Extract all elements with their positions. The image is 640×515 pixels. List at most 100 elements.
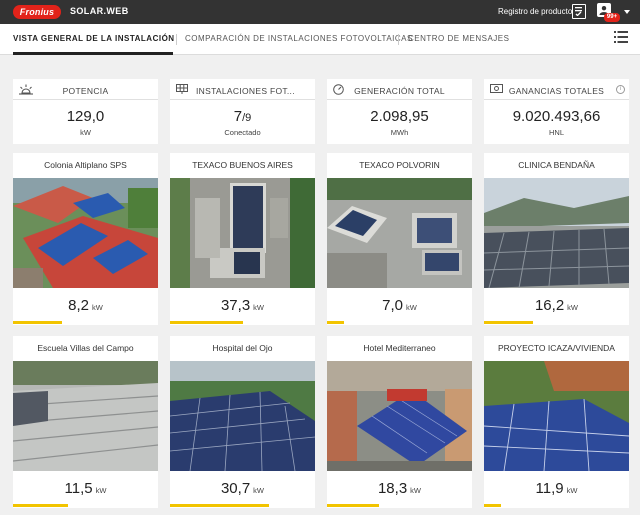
plant-power: 8,2 kW [13, 297, 158, 315]
power-value: 37,3 [220, 297, 251, 314]
tab-bar: VISTA GENERAL DE LA INSTALACIÓN COMPARAC… [0, 24, 640, 55]
plant-photo [13, 361, 158, 471]
power-value: 30,7 [220, 480, 251, 497]
plant-photo [484, 361, 629, 471]
app-name: SOLAR.WEB [70, 6, 129, 16]
plant-photo [170, 178, 315, 288]
power-unit: kW [95, 486, 107, 495]
power-value: 8,2 [68, 297, 89, 314]
kpi-unit: Conectado [224, 128, 261, 137]
register-product-icon[interactable] [572, 4, 586, 19]
plant-name: TEXACO BUENOS AIRES [192, 160, 293, 170]
power-level-fill [170, 504, 269, 507]
kpi-title: POTENCIA [62, 86, 109, 96]
plant-power: 7,0 kW [327, 297, 472, 315]
power-level-bar [13, 504, 158, 508]
power-unit: kW [253, 486, 265, 495]
solar-panel-icon [176, 84, 188, 94]
plant-card[interactable]: Hospital del Ojo 30,7 kW [170, 336, 315, 508]
plant-name: Escuela Villas del Campo [37, 343, 134, 353]
register-product-label[interactable]: Registro de producto [498, 7, 572, 16]
kpi-power: POTENCIA 129,0 kW [13, 79, 158, 144]
plant-photo [327, 178, 472, 288]
plant-name: Colonia Altiplano SPS [44, 160, 127, 170]
power-level-bar [484, 504, 629, 508]
power-value: 11,9 [535, 480, 564, 497]
tab-divider [176, 34, 177, 45]
tab-comparison[interactable]: COMPARACIÓN DE INSTALACIONES FOTOVOLTAIC… [185, 34, 413, 43]
notification-badge: 99+ [604, 13, 620, 22]
list-menu-icon[interactable] [614, 31, 628, 43]
plant-card[interactable]: TEXACO POLVORIN 7,0 kW [327, 153, 472, 325]
power-unit: kW [92, 303, 103, 312]
power-level-fill [484, 321, 534, 324]
power-level-fill [13, 321, 63, 324]
active-tab-indicator [13, 52, 173, 55]
plant-photo [484, 178, 629, 288]
power-unit: kW [410, 486, 422, 495]
plant-card[interactable]: Colonia Altiplano SPS 8,2 kW [13, 153, 158, 325]
power-value: 7,0 [382, 297, 403, 314]
power-value: 11,5 [64, 480, 93, 497]
plant-power: 16,2 kW [484, 297, 629, 315]
plant-name: Hotel Mediterraneo [363, 343, 436, 353]
info-icon[interactable]: i [616, 85, 625, 94]
plant-power: 11,5 kW [13, 480, 158, 498]
power-value: 18,3 [377, 480, 408, 497]
power-level-bar [170, 504, 315, 508]
power-level-fill [327, 504, 380, 507]
plant-power: 11,9 kW [484, 480, 629, 498]
power-unit: kW [567, 303, 579, 312]
chevron-down-icon[interactable] [624, 10, 630, 14]
kpi-installations: INSTALACIONES FOT... 7/9 Conectado [170, 79, 315, 144]
power-level-fill [327, 321, 345, 324]
power-level-bar [170, 321, 315, 325]
kpi-header: GANANCIAS TOTALES i [484, 79, 629, 100]
kpi-header: POTENCIA [13, 79, 158, 100]
plant-photo [170, 361, 315, 471]
plant-name: PROYECTO ICAZA/VIVIENDA [498, 343, 615, 353]
kpi-title: GANANCIAS TOTALES [508, 86, 605, 96]
plant-card[interactable]: PROYECTO ICAZA/VIVIENDA 11,9 kW [484, 336, 629, 508]
plant-name: Hospital del Ojo [212, 343, 273, 353]
kpi-title: INSTALACIONES FOT... [196, 86, 295, 96]
kpi-earnings: GANANCIAS TOTALES i 9.020.493,66 HNL [484, 79, 629, 144]
plant-photo [13, 178, 158, 288]
plant-card[interactable]: TEXACO BUENOS AIRES 37,3 kW [170, 153, 315, 325]
plant-name: CLINICA BENDAÑA [518, 160, 595, 170]
power-unit: kW [406, 303, 417, 312]
kpi-header: GENERACIÓN TOTAL [327, 79, 472, 100]
kpi-unit: HNL [548, 128, 564, 137]
kpi-unit: kW [80, 128, 91, 137]
kpi-generation: GENERACIÓN TOTAL 2.098,95 MWh [327, 79, 472, 144]
tab-messages[interactable]: CENTRO DE MENSAJES [408, 34, 509, 43]
plant-name: TEXACO POLVORIN [359, 160, 440, 170]
power-value: 16,2 [534, 297, 565, 314]
plant-photo [327, 361, 472, 471]
total-count: 9 [245, 112, 252, 124]
power-level-fill [484, 504, 502, 507]
plant-power: 18,3 kW [327, 480, 472, 498]
connected-count: 7 [233, 108, 243, 125]
fronius-logo[interactable]: Fronius [13, 5, 61, 19]
top-bar: Fronius SOLAR.WEB Registro de producto 9… [0, 0, 640, 24]
power-level-bar [13, 321, 158, 325]
kpi-value: 2.098,95 [370, 108, 429, 125]
power-unit: kW [253, 303, 265, 312]
plant-card[interactable]: Escuela Villas del Campo 11,5 kW [13, 336, 158, 508]
power-level-bar [327, 504, 472, 508]
tab-overview[interactable]: VISTA GENERAL DE LA INSTALACIÓN [13, 34, 175, 43]
plant-power: 37,3 kW [170, 297, 315, 315]
power-level-fill [13, 504, 69, 507]
plant-card[interactable]: Hotel Mediterraneo 18,3 kW [327, 336, 472, 508]
plant-card[interactable]: CLINICA BENDAÑA 16,2 kW [484, 153, 629, 325]
power-unit: kW [566, 486, 578, 495]
kpi-value: 7/9 [233, 108, 252, 125]
power-level-fill [170, 321, 243, 324]
plant-power: 30,7 kW [170, 480, 315, 498]
kpi-value: 129,0 [66, 108, 105, 125]
power-level-bar [327, 321, 472, 325]
kpi-value: 9.020.493,66 [512, 108, 601, 125]
kpi-header: INSTALACIONES FOT... [170, 79, 315, 100]
kpi-title: GENERACIÓN TOTAL [354, 86, 445, 96]
